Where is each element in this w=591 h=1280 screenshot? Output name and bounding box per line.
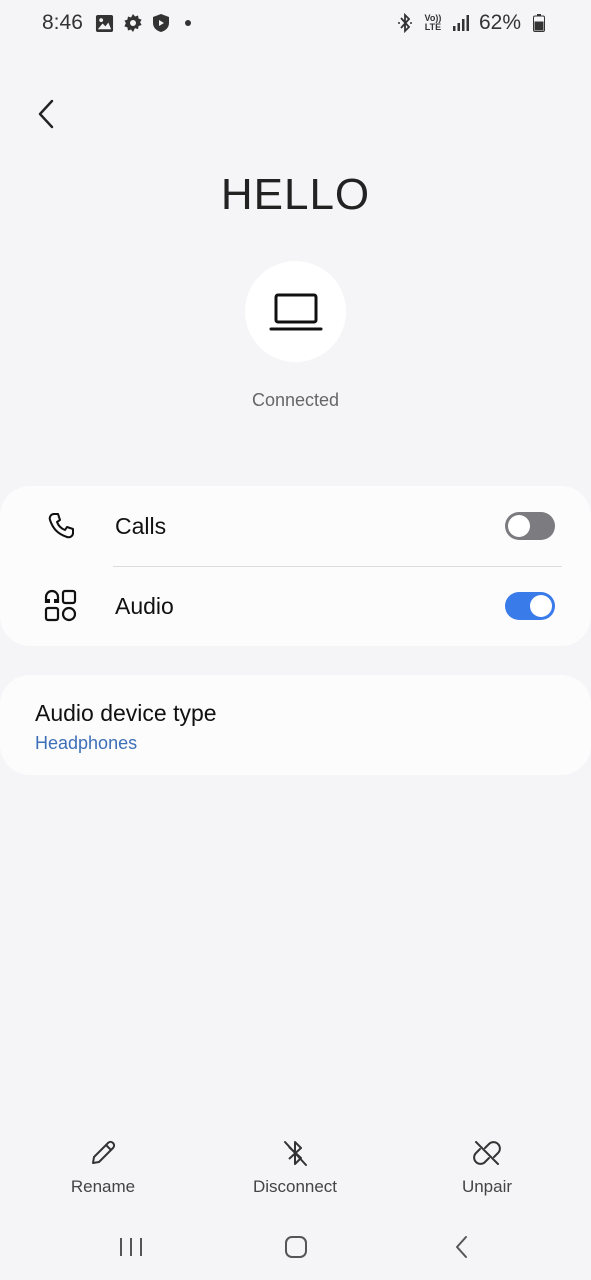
phone-icon: [40, 505, 82, 547]
volte-bottom-text: LTE: [424, 22, 442, 32]
profile-row-audio[interactable]: Audio: [0, 566, 591, 646]
nav-back-icon: [456, 1236, 467, 1258]
device-avatar: [245, 261, 346, 362]
rename-button[interactable]: Rename: [23, 1135, 183, 1197]
unpair-label: Unpair: [461, 1177, 513, 1196]
volte-icon: Vo)) LTE: [423, 13, 443, 33]
audio-device-type-value: Headphones: [35, 733, 138, 753]
toggle-knob: [508, 515, 530, 537]
recents-icon: [120, 1238, 142, 1256]
laptop-icon: [269, 293, 322, 330]
status-right: Vo)) LTE 62%: [395, 11, 549, 35]
bottom-action-bar: Rename Disconnect Unpair: [0, 1135, 591, 1205]
notification-dot: [184, 20, 191, 26]
status-time: 8:46: [42, 11, 83, 34]
unpair-button[interactable]: Unpair: [407, 1135, 567, 1197]
pencil-icon: [85, 1135, 121, 1171]
signal-icon: [451, 13, 471, 33]
toggle-knob: [530, 595, 552, 617]
profiles-card: Calls Audio: [0, 486, 591, 646]
status-bar: 8:46 Vo)) LTE 62%: [0, 0, 591, 46]
profile-label-calls: Calls: [115, 512, 167, 539]
bluetooth-off-icon: [277, 1135, 313, 1171]
connection-status: Connected: [251, 390, 340, 410]
home-icon: [285, 1236, 307, 1258]
settings-icon: [123, 13, 143, 33]
recent-apps-button[interactable]: [101, 1222, 161, 1272]
unlink-icon: [469, 1135, 505, 1171]
nav-back-button[interactable]: [432, 1222, 492, 1272]
disconnect-button[interactable]: Disconnect: [215, 1135, 375, 1197]
disconnect-label: Disconnect: [252, 1177, 338, 1196]
back-button[interactable]: [26, 92, 66, 136]
battery-icon: [529, 13, 549, 33]
rename-label: Rename: [70, 1177, 136, 1196]
device-name-title: HELLO: [220, 170, 371, 219]
shield-icon: [151, 13, 171, 33]
calls-toggle[interactable]: [505, 512, 555, 540]
home-button[interactable]: [266, 1222, 326, 1272]
profile-row-calls[interactable]: Calls: [0, 486, 591, 566]
audio-device-type-title: Audio device type: [35, 700, 217, 726]
audio-device-type-card[interactable]: Audio device type Headphones: [0, 675, 591, 775]
battery-percent: 62%: [478, 11, 521, 34]
chevron-left-icon: [38, 99, 54, 129]
gallery-icon: [95, 13, 115, 33]
bluetooth-icon: [395, 13, 415, 33]
system-nav-bar: [0, 1222, 591, 1272]
apps-icon: [40, 585, 82, 627]
profile-label-audio: Audio: [115, 592, 174, 619]
status-left: 8:46: [42, 11, 191, 35]
audio-toggle[interactable]: [505, 592, 555, 620]
